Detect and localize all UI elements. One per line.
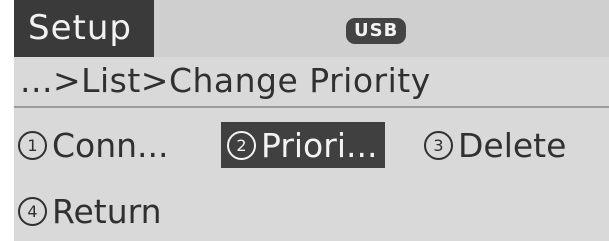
display-screen: Setup USB ...>List>Change Priority 1 Con…	[14, 0, 609, 241]
divider	[14, 106, 609, 108]
menu-item-return[interactable]: 4 Return	[18, 188, 162, 234]
menu-item-label: Delete	[458, 125, 567, 165]
header-bar: Setup USB	[14, 0, 609, 57]
breadcrumb: ...>List>Change Priority	[20, 61, 431, 100]
menu-item-label: Return	[52, 191, 162, 231]
menu-item-priority[interactable]: 2 Priori...	[221, 122, 386, 168]
number-4-icon: 4	[18, 196, 47, 226]
screen-title: Setup	[14, 0, 154, 57]
usb-source-badge: USB	[346, 18, 407, 44]
menu-item-label: Conn...	[52, 125, 169, 165]
number-1-icon: 1	[18, 130, 47, 160]
menu-item-delete[interactable]: 3 Delete	[424, 122, 566, 168]
number-2-icon: 2	[227, 130, 256, 160]
menu-item-label: Priori...	[261, 125, 378, 165]
number-3-icon: 3	[424, 130, 453, 160]
menu-item-connect[interactable]: 1 Conn...	[18, 122, 169, 168]
